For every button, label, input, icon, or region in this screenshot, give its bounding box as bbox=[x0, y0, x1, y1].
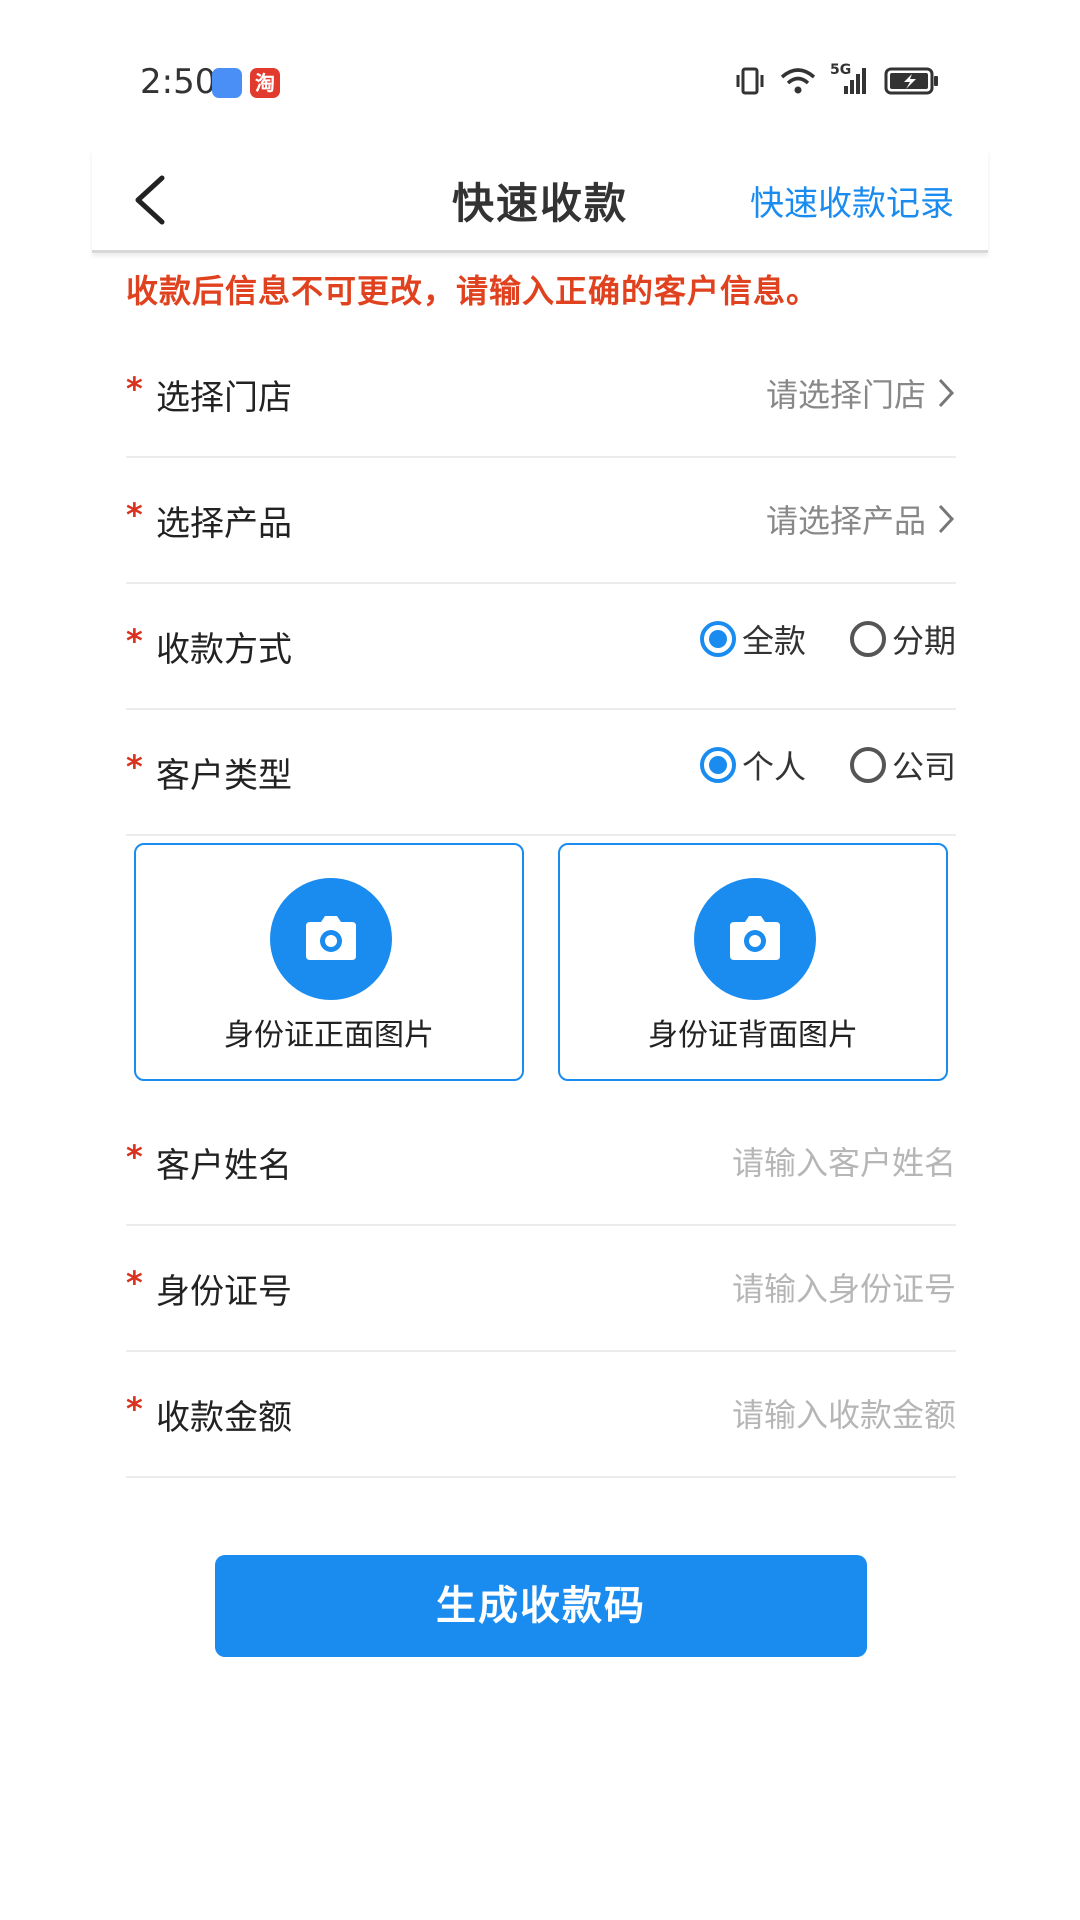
store-select-value[interactable]: 请选择门店 bbox=[766, 370, 926, 416]
required-mark: * bbox=[126, 622, 143, 660]
product-row[interactable]: * 选择产品 请选择产品 bbox=[126, 456, 956, 584]
customer-name-row: * 客户姓名 请输入客户姓名 bbox=[126, 1098, 956, 1226]
id-back-upload[interactable]: 身份证背面图片 bbox=[558, 843, 948, 1081]
vibrate-icon bbox=[736, 67, 764, 95]
required-mark: * bbox=[126, 1264, 143, 1302]
store-row[interactable]: * 选择门店 请选择门店 bbox=[126, 330, 956, 458]
id-back-label: 身份证背面图片 bbox=[648, 1018, 858, 1053]
chevron-right-icon bbox=[938, 378, 955, 408]
id-front-label: 身份证正面图片 bbox=[224, 1018, 434, 1053]
customer-name-label: 客户姓名 bbox=[156, 1146, 292, 1186]
id-number-input[interactable]: 请输入身份证号 bbox=[732, 1264, 956, 1310]
store-label: 选择门店 bbox=[156, 378, 292, 418]
required-mark: * bbox=[126, 748, 143, 786]
radio-company[interactable]: 公司 bbox=[849, 742, 956, 788]
customer-type-row: * 客户类型 个人 公司 bbox=[126, 708, 956, 836]
radio-label: 公司 bbox=[891, 748, 956, 786]
radio-label: 分期 bbox=[891, 622, 956, 660]
radio-unchecked-icon[interactable] bbox=[849, 747, 886, 783]
payment-records-link[interactable]: 快速收款记录 bbox=[750, 176, 954, 225]
radio-checked-icon[interactable] bbox=[699, 747, 736, 783]
required-mark: * bbox=[126, 1390, 143, 1428]
signal-icon: 5G bbox=[830, 62, 870, 96]
camera-icon bbox=[730, 916, 780, 960]
product-select-value[interactable]: 请选择产品 bbox=[766, 496, 926, 542]
amount-row: * 收款金额 请输入收款金额 bbox=[126, 1350, 956, 1478]
title-bar: 快速收款 快速收款记录 bbox=[92, 150, 988, 253]
id-number-label: 身份证号 bbox=[156, 1272, 292, 1312]
status-bar: 2:50 淘 5G bbox=[0, 0, 1080, 170]
chevron-right-icon bbox=[938, 504, 955, 534]
required-mark: * bbox=[126, 496, 143, 534]
camera-icon bbox=[306, 916, 356, 960]
radio-full-payment[interactable]: 全款 bbox=[699, 616, 806, 662]
required-mark: * bbox=[126, 370, 143, 408]
taobao-app-icon: 淘 bbox=[250, 68, 280, 98]
radio-unchecked-icon[interactable] bbox=[849, 621, 886, 657]
camera-button[interactable] bbox=[270, 878, 392, 1000]
amount-input[interactable]: 请输入收款金额 bbox=[732, 1390, 956, 1436]
payment-method-row: * 收款方式 全款 分期 bbox=[126, 582, 956, 710]
id-front-upload[interactable]: 身份证正面图片 bbox=[134, 843, 524, 1081]
wifi-icon bbox=[780, 68, 816, 94]
id-number-row: * 身份证号 请输入身份证号 bbox=[126, 1224, 956, 1352]
generate-payment-code-button[interactable]: 生成收款码 bbox=[215, 1555, 867, 1657]
required-mark: * bbox=[126, 1138, 143, 1176]
warning-message: 收款后信息不可更改，请输入正确的客户信息。 bbox=[126, 272, 820, 310]
camera-button[interactable] bbox=[694, 878, 816, 1000]
battery-icon bbox=[884, 67, 938, 95]
product-label: 选择产品 bbox=[156, 504, 292, 544]
payment-method-radio-group: 全款 分期 bbox=[656, 616, 956, 662]
radio-label: 全款 bbox=[741, 622, 806, 660]
customer-name-input[interactable]: 请输入客户姓名 bbox=[732, 1138, 956, 1184]
status-time: 2:50 bbox=[140, 62, 217, 102]
payment-method-label: 收款方式 bbox=[156, 630, 292, 670]
radio-label: 个人 bbox=[741, 748, 806, 786]
radio-checked-icon[interactable] bbox=[699, 621, 736, 657]
usb-icon bbox=[212, 68, 242, 98]
customer-type-radio-group: 个人 公司 bbox=[656, 742, 956, 788]
customer-type-label: 客户类型 bbox=[156, 756, 292, 796]
amount-label: 收款金额 bbox=[156, 1398, 292, 1438]
radio-installment[interactable]: 分期 bbox=[849, 616, 956, 662]
radio-individual[interactable]: 个人 bbox=[699, 742, 806, 788]
